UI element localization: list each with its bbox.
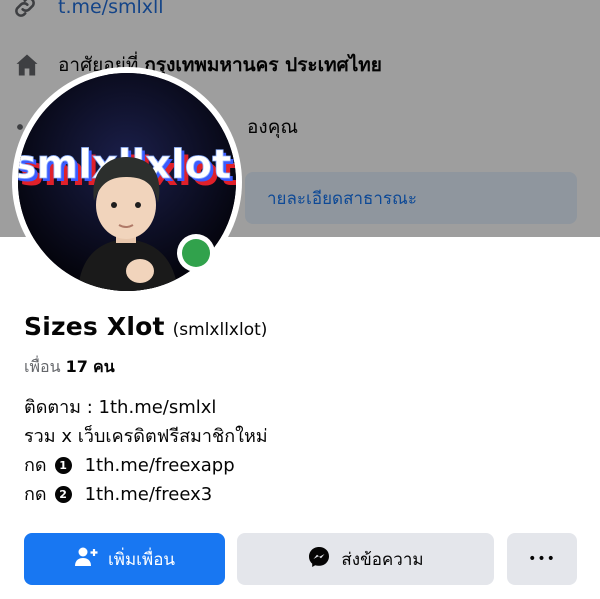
online-status-indicator xyxy=(177,234,215,272)
message-button[interactable]: ส่งข้อความ xyxy=(237,533,494,585)
bio-line-1: ติดตาม : 1th.me/smlxl xyxy=(24,397,217,418)
more-icon: ••• xyxy=(528,551,556,567)
bio-line-2: รวม x เว็บเครดิตฟรีสมาชิกใหม่ xyxy=(24,426,268,447)
more-options-button[interactable]: ••• xyxy=(507,533,577,585)
profile-name: Sizes Xlot xyxy=(24,312,165,341)
bio-line-3: กด 1 1th.me/freexapp xyxy=(24,451,268,480)
add-friend-label: เพิ่มเพื่อน xyxy=(107,549,176,570)
bio-line-4: กด 2 1th.me/freex3 xyxy=(24,480,268,509)
profile-username: (smlxllxlot) xyxy=(172,320,268,340)
number-two-badge: 2 xyxy=(54,486,72,503)
friends-count-row[interactable]: เพื่อน 17 คน xyxy=(24,355,115,380)
bio-line-3-prefix: กด xyxy=(24,455,47,476)
profile-bio: ติดตาม : 1th.me/smlxl รวม x เว็บเครดิตฟร… xyxy=(24,393,268,509)
messenger-icon xyxy=(307,545,341,574)
add-friend-button[interactable]: เพิ่มเพื่อน xyxy=(24,533,225,585)
bio-line-3-link: 1th.me/freexapp xyxy=(84,455,235,476)
bio-line-4-link: 1th.me/freex3 xyxy=(84,484,213,505)
add-friend-icon xyxy=(74,546,108,573)
number-one-badge: 1 xyxy=(54,457,72,474)
friends-suffix: คน xyxy=(93,357,115,376)
bio-line-4-prefix: กด xyxy=(24,484,47,505)
profile-name-row: Sizes Xlot (smlxllxlot) xyxy=(24,312,267,341)
message-label: ส่งข้อความ xyxy=(341,549,424,570)
friends-prefix: เพื่อน xyxy=(24,357,61,376)
friends-count: 17 xyxy=(65,357,88,376)
